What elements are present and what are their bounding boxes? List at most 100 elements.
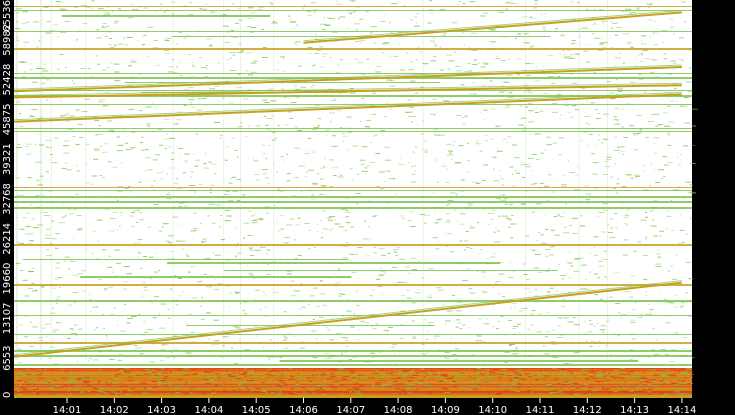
dense-point (624, 373, 631, 375)
sparse-point (610, 21, 612, 23)
sparse-point (649, 36, 651, 38)
sparse-point (543, 149, 548, 151)
sparse-point (81, 270, 86, 272)
sparse-point (45, 146, 48, 147)
sparse-point (178, 205, 182, 207)
dense-point (115, 376, 118, 377)
dense-point (570, 383, 574, 385)
sparse-point (312, 84, 315, 86)
sparse-point (317, 173, 320, 175)
dense-point (402, 370, 408, 372)
sparse-point (547, 268, 550, 270)
sparse-point (483, 119, 485, 121)
dense-point (299, 381, 302, 383)
sparse-point (552, 111, 558, 113)
sparse-point (21, 303, 23, 304)
sparse-point (635, 302, 636, 303)
dense-point (443, 383, 446, 385)
dense-point (87, 390, 91, 392)
sparse-point (314, 33, 317, 35)
dense-point (340, 384, 344, 386)
dense-point (614, 378, 617, 380)
sparse-point (570, 265, 574, 267)
sparse-point (176, 43, 178, 45)
dense-point (193, 386, 198, 388)
sparse-point (191, 101, 193, 103)
sparse-point (376, 185, 380, 187)
dense-point (425, 373, 429, 375)
sparse-point (683, 337, 688, 339)
sparse-point (479, 150, 483, 152)
x-tick-label: 14:07 (336, 405, 365, 415)
sparse-point (96, 80, 98, 82)
dense-point (190, 387, 194, 389)
sparse-point (168, 242, 173, 244)
sparse-point (21, 23, 27, 25)
sparse-point (235, 255, 237, 257)
sparse-point (131, 59, 134, 61)
sparse-point (154, 296, 160, 298)
dense-point (278, 391, 283, 393)
dense-point (255, 368, 258, 370)
sparse-point (367, 226, 370, 228)
sparse-point (359, 320, 365, 322)
sparse-point (501, 184, 505, 186)
sparse-point (331, 160, 333, 162)
sparse-point (642, 164, 645, 166)
sparse-point (540, 234, 545, 236)
dense-point (161, 391, 168, 393)
sparse-point (313, 11, 316, 13)
sparse-point (671, 278, 677, 280)
sparse-point (632, 108, 634, 110)
sparse-point (483, 164, 489, 166)
dense-point (430, 370, 437, 372)
sparse-point (141, 281, 146, 283)
sparse-point (385, 170, 391, 172)
dense-point (519, 374, 522, 376)
sparse-point (415, 146, 417, 148)
horizontal-band (14, 364, 692, 366)
dense-point (124, 385, 128, 387)
sparse-point (319, 46, 324, 48)
sparse-point (356, 304, 360, 306)
sparse-point (145, 169, 147, 171)
sparse-point (250, 26, 256, 28)
sparse-point (648, 7, 651, 9)
sparse-point (122, 288, 127, 290)
sparse-point (210, 184, 215, 186)
sparse-point (445, 54, 452, 56)
sparse-point (434, 43, 437, 45)
sparse-point (667, 301, 671, 303)
sparse-point (313, 287, 318, 289)
sparse-point (152, 103, 154, 105)
sparse-point (57, 36, 59, 38)
sparse-point (136, 222, 139, 223)
sparse-point (98, 101, 104, 103)
horizontal-band (14, 315, 692, 316)
sparse-point (591, 153, 596, 155)
dense-point (52, 389, 56, 391)
sparse-point (67, 112, 69, 114)
dense-point (128, 376, 133, 378)
dense-point (82, 368, 85, 370)
sparse-point (307, 137, 312, 139)
sparse-point (610, 353, 612, 355)
sparse-point (283, 311, 287, 313)
sparse-point (506, 74, 513, 76)
dense-point (659, 380, 663, 382)
sparse-point (303, 4, 306, 6)
dense-point (582, 385, 586, 387)
dense-point (619, 386, 622, 388)
sparse-point (615, 136, 617, 138)
sparse-point (567, 321, 574, 323)
sparse-point (453, 51, 456, 53)
sparse-point (59, 54, 64, 55)
dense-point (438, 380, 442, 382)
sparse-point (379, 188, 385, 190)
dense-point (442, 388, 448, 390)
sparse-point (199, 115, 202, 117)
sparse-point (254, 278, 255, 280)
sparse-point (423, 140, 427, 142)
sparse-point (97, 240, 100, 242)
sparse-point (579, 43, 581, 45)
